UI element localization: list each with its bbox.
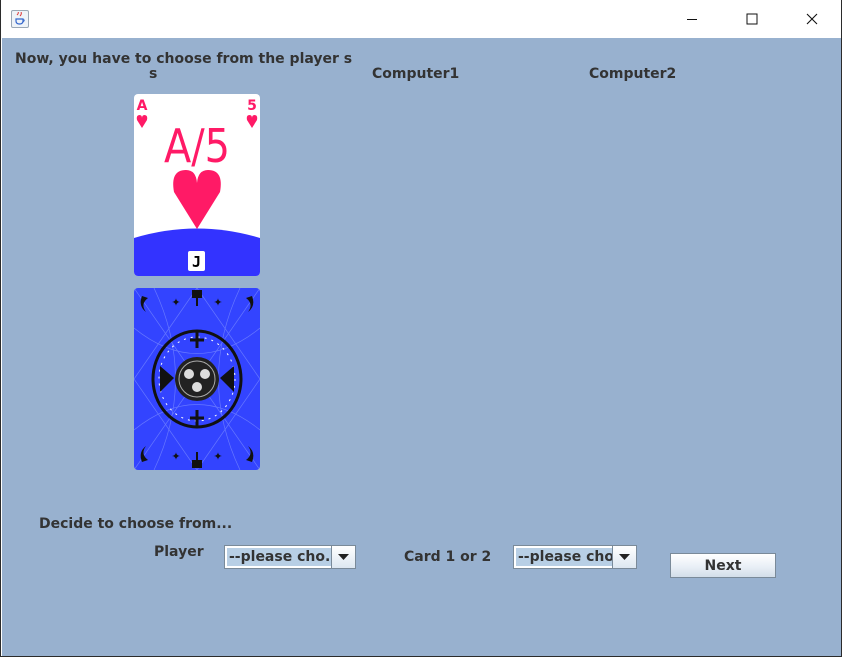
decide-label: Decide to choose from...	[39, 516, 233, 532]
card-rank-left: A	[137, 98, 148, 114]
svg-text:✦: ✦	[213, 450, 222, 463]
minimize-button[interactable]	[663, 0, 721, 38]
java-app-icon	[11, 10, 29, 28]
chevron-down-icon	[338, 553, 349, 560]
player-select-arrow[interactable]	[331, 546, 355, 568]
card-back-pattern: ✦ ✦ ✦ ✦	[134, 288, 260, 470]
card-select[interactable]: --please cho...	[513, 545, 637, 569]
player-card-2[interactable]: ✦ ✦ ✦ ✦	[134, 288, 260, 470]
close-icon	[806, 13, 818, 25]
card-badge: J	[192, 253, 201, 271]
svg-text:✦: ✦	[213, 296, 222, 309]
close-button[interactable]	[783, 0, 841, 38]
title-bar	[1, 0, 841, 38]
chevron-down-icon	[619, 553, 630, 560]
card-select-arrow[interactable]	[612, 546, 636, 568]
player-select-value: --please cho...	[227, 548, 331, 566]
instruction-label-continued: s	[149, 66, 158, 82]
player-label: Player	[154, 544, 204, 560]
minimize-icon	[687, 19, 697, 20]
card-label: Card 1 or 2	[404, 549, 492, 565]
player-select[interactable]: --please cho...	[224, 545, 356, 569]
computer2-label: Computer2	[589, 66, 677, 82]
next-button[interactable]: Next	[670, 553, 776, 578]
app-window: Now, you have to choose from the player …	[0, 0, 842, 657]
computer1-label: Computer1	[372, 66, 460, 82]
svg-text:✦: ✦	[171, 296, 180, 309]
card-rank-right: 5	[247, 98, 257, 114]
maximize-button[interactable]	[723, 0, 781, 38]
player-card-1[interactable]: J A 5 A/5	[134, 94, 260, 276]
maximize-icon	[746, 13, 758, 25]
instruction-label: Now, you have to choose from the player …	[15, 51, 353, 67]
svg-text:✦: ✦	[171, 450, 180, 463]
card-select-value: --please cho...	[516, 548, 612, 566]
card-center-rank: A/5	[164, 119, 230, 173]
